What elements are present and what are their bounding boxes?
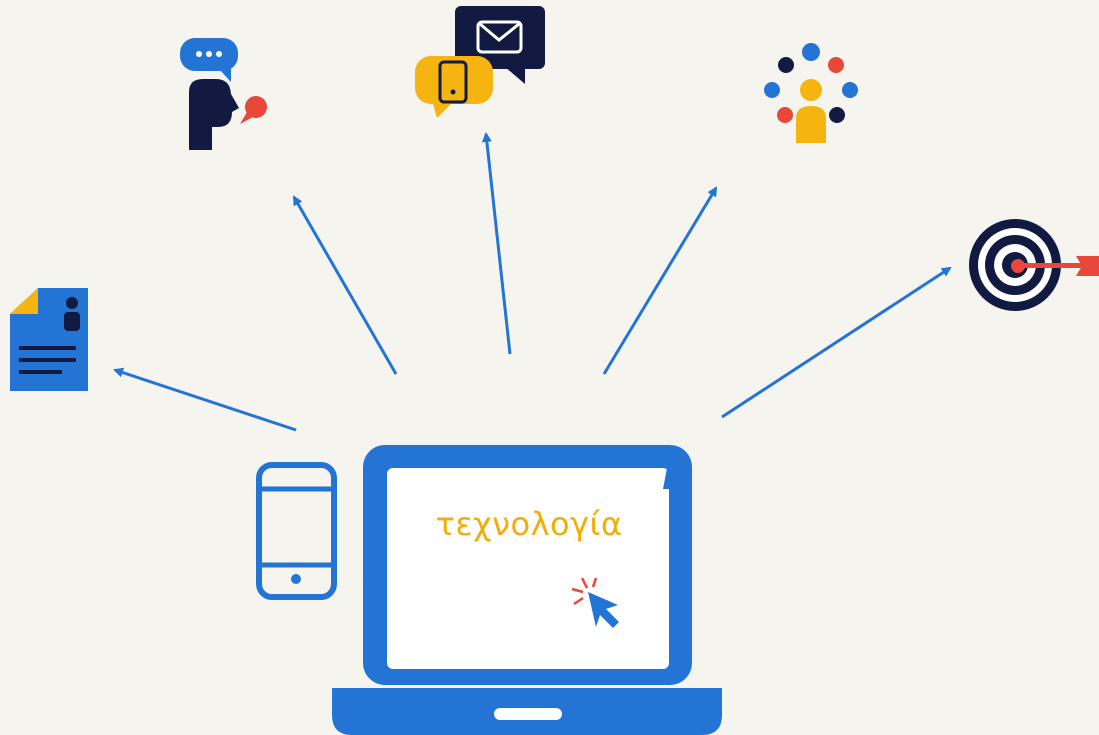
arrows: [113, 132, 952, 432]
screen-label: τεχνολογία: [435, 505, 623, 543]
arrow-to-target: [721, 266, 952, 419]
target-icon: [969, 219, 1099, 311]
arrow-to-speaker: [292, 195, 398, 375]
laptop-icon: [332, 445, 722, 735]
technology-diagram: τεχνολογία: [0, 0, 1099, 735]
arrow-to-messages: [481, 132, 512, 355]
smartphone-icon: [256, 462, 337, 600]
mobile-message-icon: [415, 6, 545, 118]
arrow-to-document: [113, 367, 297, 432]
document-profile-icon: [10, 288, 88, 391]
people-network-icon: [764, 43, 858, 143]
arrow-to-network: [602, 186, 718, 375]
diagram-canvas: [10, 6, 1099, 735]
speaking-person-icon: [180, 38, 267, 150]
